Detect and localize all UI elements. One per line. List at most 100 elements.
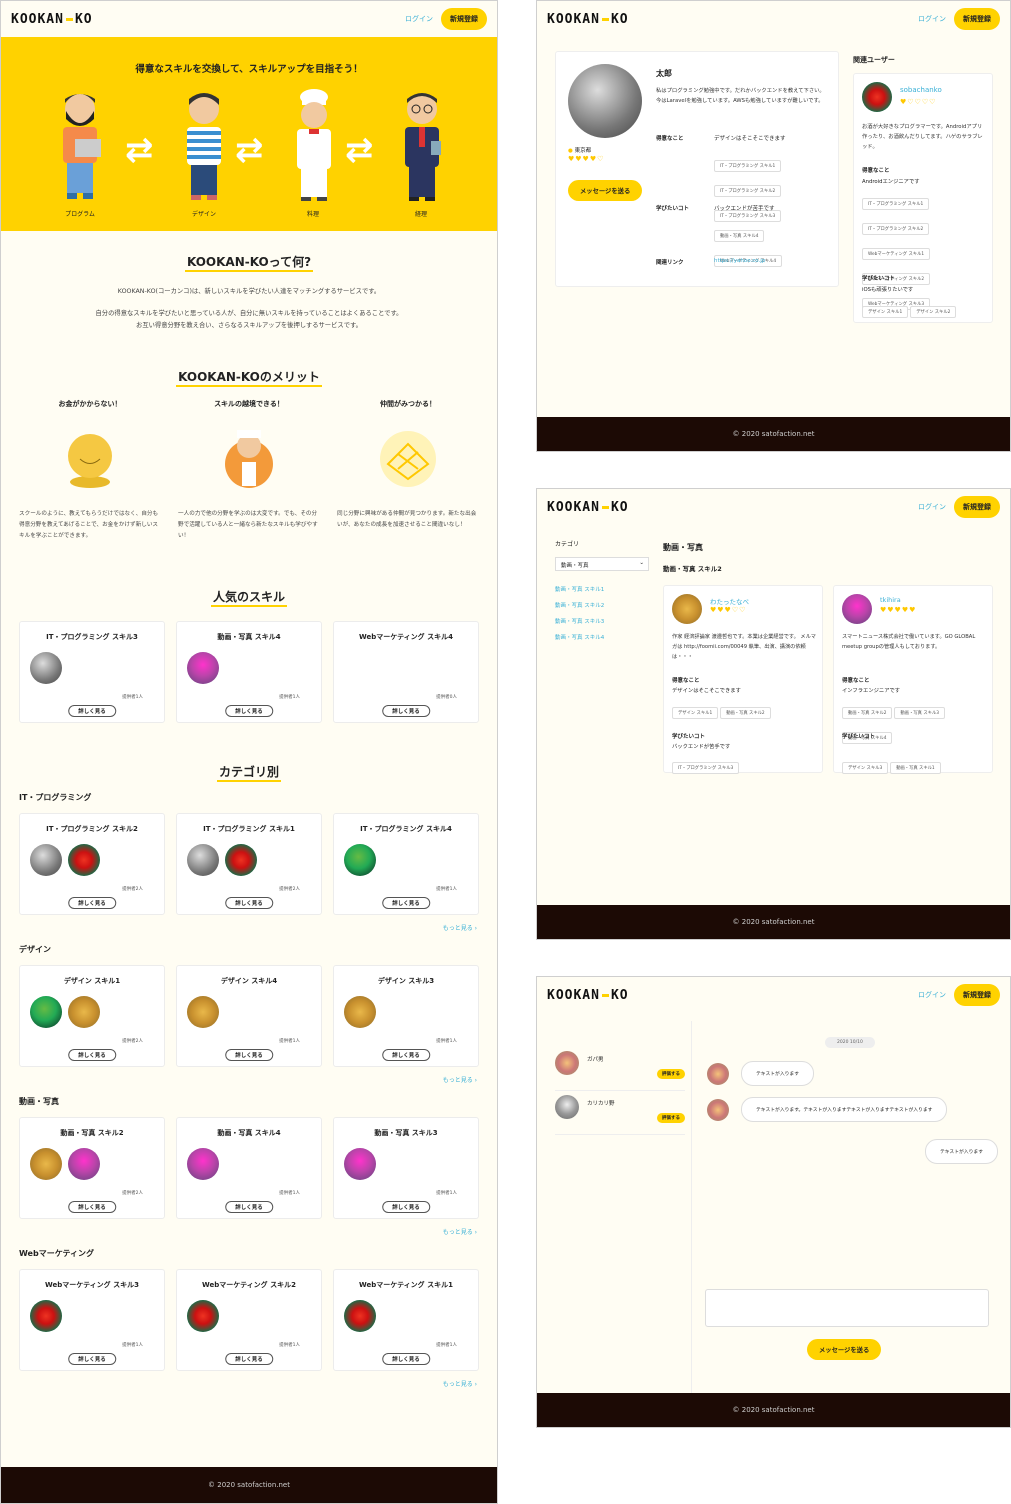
provider-avatar[interactable]: [30, 1300, 62, 1332]
details-button[interactable]: 詳しく見る: [225, 1201, 273, 1213]
skill-card[interactable]: Webマーケティング スキル4 提供者0人 詳しく見る: [333, 621, 479, 723]
skill-card[interactable]: 動画・写真 スキル3 提供者1人 詳しく見る: [333, 1117, 479, 1219]
see-more-link[interactable]: もっと見る ›: [1, 1379, 497, 1388]
provider-avatar[interactable]: [68, 1148, 100, 1180]
signup-button[interactable]: 新規登録: [954, 8, 1000, 30]
user-name[interactable]: わたったなべ: [710, 596, 749, 606]
provider-avatar[interactable]: [344, 1148, 376, 1180]
details-button[interactable]: 詳しく見る: [382, 1353, 430, 1365]
provider-avatar[interactable]: [68, 996, 100, 1028]
details-button[interactable]: 詳しく見る: [382, 1201, 430, 1213]
provider-avatar[interactable]: [225, 844, 257, 876]
skill-tag[interactable]: Webマーケティング スキル1: [862, 248, 931, 260]
skill-card[interactable]: Webマーケティング スキル1 提供者1人 詳しく見る: [333, 1269, 479, 1371]
skill-tag[interactable]: 動画・写真 スキル1: [890, 762, 941, 774]
category-select[interactable]: 動画・写真 ⌄: [555, 557, 649, 571]
details-button[interactable]: 詳しく見る: [382, 897, 430, 909]
provider-avatar[interactable]: [344, 996, 376, 1028]
signup-button[interactable]: 新規登録: [441, 8, 487, 30]
rate-button[interactable]: 評価する: [657, 1113, 685, 1123]
login-link[interactable]: ログイン: [918, 990, 946, 1000]
message-input[interactable]: [705, 1289, 989, 1327]
rate-button[interactable]: 評価する: [657, 1069, 685, 1079]
provider-avatar[interactable]: [30, 1148, 62, 1180]
signup-button[interactable]: 新規登録: [954, 984, 1000, 1006]
skill-tag[interactable]: IT・プログラミング スキル1: [862, 198, 930, 210]
skill-tag[interactable]: デザイン スキル1: [672, 707, 719, 719]
login-link[interactable]: ログイン: [918, 14, 946, 24]
details-button[interactable]: 詳しく見る: [382, 1049, 430, 1061]
skill-tag[interactable]: デザイン スキル3: [842, 762, 889, 774]
provider-avatar[interactable]: [344, 1300, 376, 1332]
user-card[interactable]: tkihira ♥♥♥♥♥ スマートニュース株式会社で働いています。GO GLOBA…: [833, 585, 993, 774]
see-more-link[interactable]: もっと見る ›: [1, 923, 497, 932]
skill-card[interactable]: 動画・写真 スキル4 提供者1人 詳しく見る: [176, 1117, 322, 1219]
send-message-button[interactable]: メッセージを送る: [568, 180, 643, 201]
skill-tag[interactable]: デザイン スキル2: [910, 306, 957, 318]
skill-tag[interactable]: 動画・写真 スキル2: [720, 707, 771, 719]
signup-button[interactable]: 新規登録: [954, 496, 1000, 518]
send-message-button[interactable]: メッセージを送る: [807, 1339, 882, 1360]
skill-card[interactable]: 動画・写真 スキル2 提供者2人 詳しく見る: [19, 1117, 165, 1219]
see-more-link[interactable]: もっと見る ›: [1, 1075, 497, 1084]
skill-tag[interactable]: 動画・写真 スキル2: [842, 707, 893, 719]
login-link[interactable]: ログイン: [918, 502, 946, 512]
provider-avatar[interactable]: [187, 652, 219, 684]
details-button[interactable]: 詳しく見る: [225, 897, 273, 909]
details-button[interactable]: 詳しく見る: [68, 1049, 116, 1061]
skill-tag[interactable]: 動画・写真 スキル4: [714, 230, 765, 242]
skill-card[interactable]: 動画・写真 スキル4 提供者1人 詳しく見る: [176, 621, 322, 723]
skill-card[interactable]: デザイン スキル4 提供者1人 詳しく見る: [176, 965, 322, 1067]
sidebar-skill-link[interactable]: 動画・写真 スキル1: [555, 585, 604, 593]
related-user-name[interactable]: sobachanko: [900, 86, 942, 94]
provider-avatar[interactable]: [187, 844, 219, 876]
sidebar-skill-link[interactable]: 動画・写真 スキル3: [555, 617, 604, 625]
skill-tag[interactable]: デザイン スキル1: [862, 306, 909, 318]
user-card[interactable]: わたったなべ ♥♥♥♡♡ 作家 経済評論家 渡邉哲也です。本業は企業経営です。 メル…: [663, 585, 823, 774]
skill-tag[interactable]: IT・プログラミング スキル2: [714, 185, 782, 197]
details-button[interactable]: 詳しく見る: [68, 705, 116, 717]
details-button[interactable]: 詳しく見る: [68, 897, 116, 909]
chat-user-item[interactable]: カリカリ野 評価する: [555, 1095, 685, 1135]
provider-avatar[interactable]: [30, 996, 62, 1028]
details-button[interactable]: 詳しく見る: [68, 1353, 116, 1365]
login-link[interactable]: ログイン: [405, 14, 433, 24]
user-name[interactable]: tkihira: [880, 596, 901, 604]
see-more-link[interactable]: もっと見る ›: [1, 1227, 497, 1236]
skill-card[interactable]: デザイン スキル3 提供者1人 詳しく見る: [333, 965, 479, 1067]
skill-tag[interactable]: IT・プログラミング スキル3: [672, 762, 740, 774]
provider-avatar[interactable]: [30, 652, 62, 684]
skill-card[interactable]: IT・プログラミング スキル4 提供者1人 詳しく見る: [333, 813, 479, 915]
skill-card[interactable]: Webマーケティング スキル3 提供者1人 詳しく見る: [19, 1269, 165, 1371]
skill-tag[interactable]: IT・プログラミング スキル1: [714, 160, 782, 172]
skill-card[interactable]: Webマーケティング スキル2 提供者1人 詳しく見る: [176, 1269, 322, 1371]
sidebar-skill-link[interactable]: 動画・写真 スキル2: [555, 601, 604, 609]
logo[interactable]: KOOKAN KO: [547, 12, 629, 27]
details-button[interactable]: 詳しく見る: [382, 705, 430, 717]
skill-card[interactable]: IT・プログラミング スキル2 提供者2人 詳しく見る: [19, 813, 165, 915]
provider-avatar[interactable]: [187, 1148, 219, 1180]
details-button[interactable]: 詳しく見る: [68, 1201, 116, 1213]
logo[interactable]: KOOKAN KO: [547, 988, 629, 1003]
provider-avatar[interactable]: [187, 996, 219, 1028]
sidebar-skill-link[interactable]: 動画・写真 スキル4: [555, 633, 604, 641]
logo[interactable]: KOOKAN KO: [547, 500, 629, 515]
details-button[interactable]: 詳しく見る: [225, 705, 273, 717]
skill-card[interactable]: IT・プログラミング スキル3 提供者1人 詳しく見る: [19, 621, 165, 723]
skill-tag[interactable]: 動画・写真 スキル3: [894, 707, 945, 719]
provider-avatar[interactable]: [68, 844, 100, 876]
provider-avatar[interactable]: [30, 844, 62, 876]
skill-tag[interactable]: IT・プログラミング スキル2: [862, 223, 930, 235]
chat-user-item[interactable]: ガパ男 評価する: [555, 1051, 685, 1091]
details-button[interactable]: 詳しく見る: [225, 1353, 273, 1365]
skill-card[interactable]: IT・プログラミング スキル1 提供者2人 詳しく見る: [176, 813, 322, 915]
skill-card[interactable]: デザイン スキル1 提供者2人 詳しく見る: [19, 965, 165, 1067]
provider-avatar[interactable]: [344, 844, 376, 876]
related-user-card[interactable]: sobachanko ♥♡♡♡♡ お酒が大好きなプログラマーです。Android…: [853, 73, 993, 323]
provider-avatar[interactable]: [187, 1300, 219, 1332]
skill-subheading: 動画・写真 スキル2: [663, 565, 722, 573]
details-button[interactable]: 詳しく見る: [225, 1049, 273, 1061]
learn-label: 学びたいコト: [842, 734, 876, 740]
logo[interactable]: KOOKAN KO: [11, 12, 93, 27]
related-link[interactable]: https://yahoo.co.jp: [714, 258, 765, 264]
